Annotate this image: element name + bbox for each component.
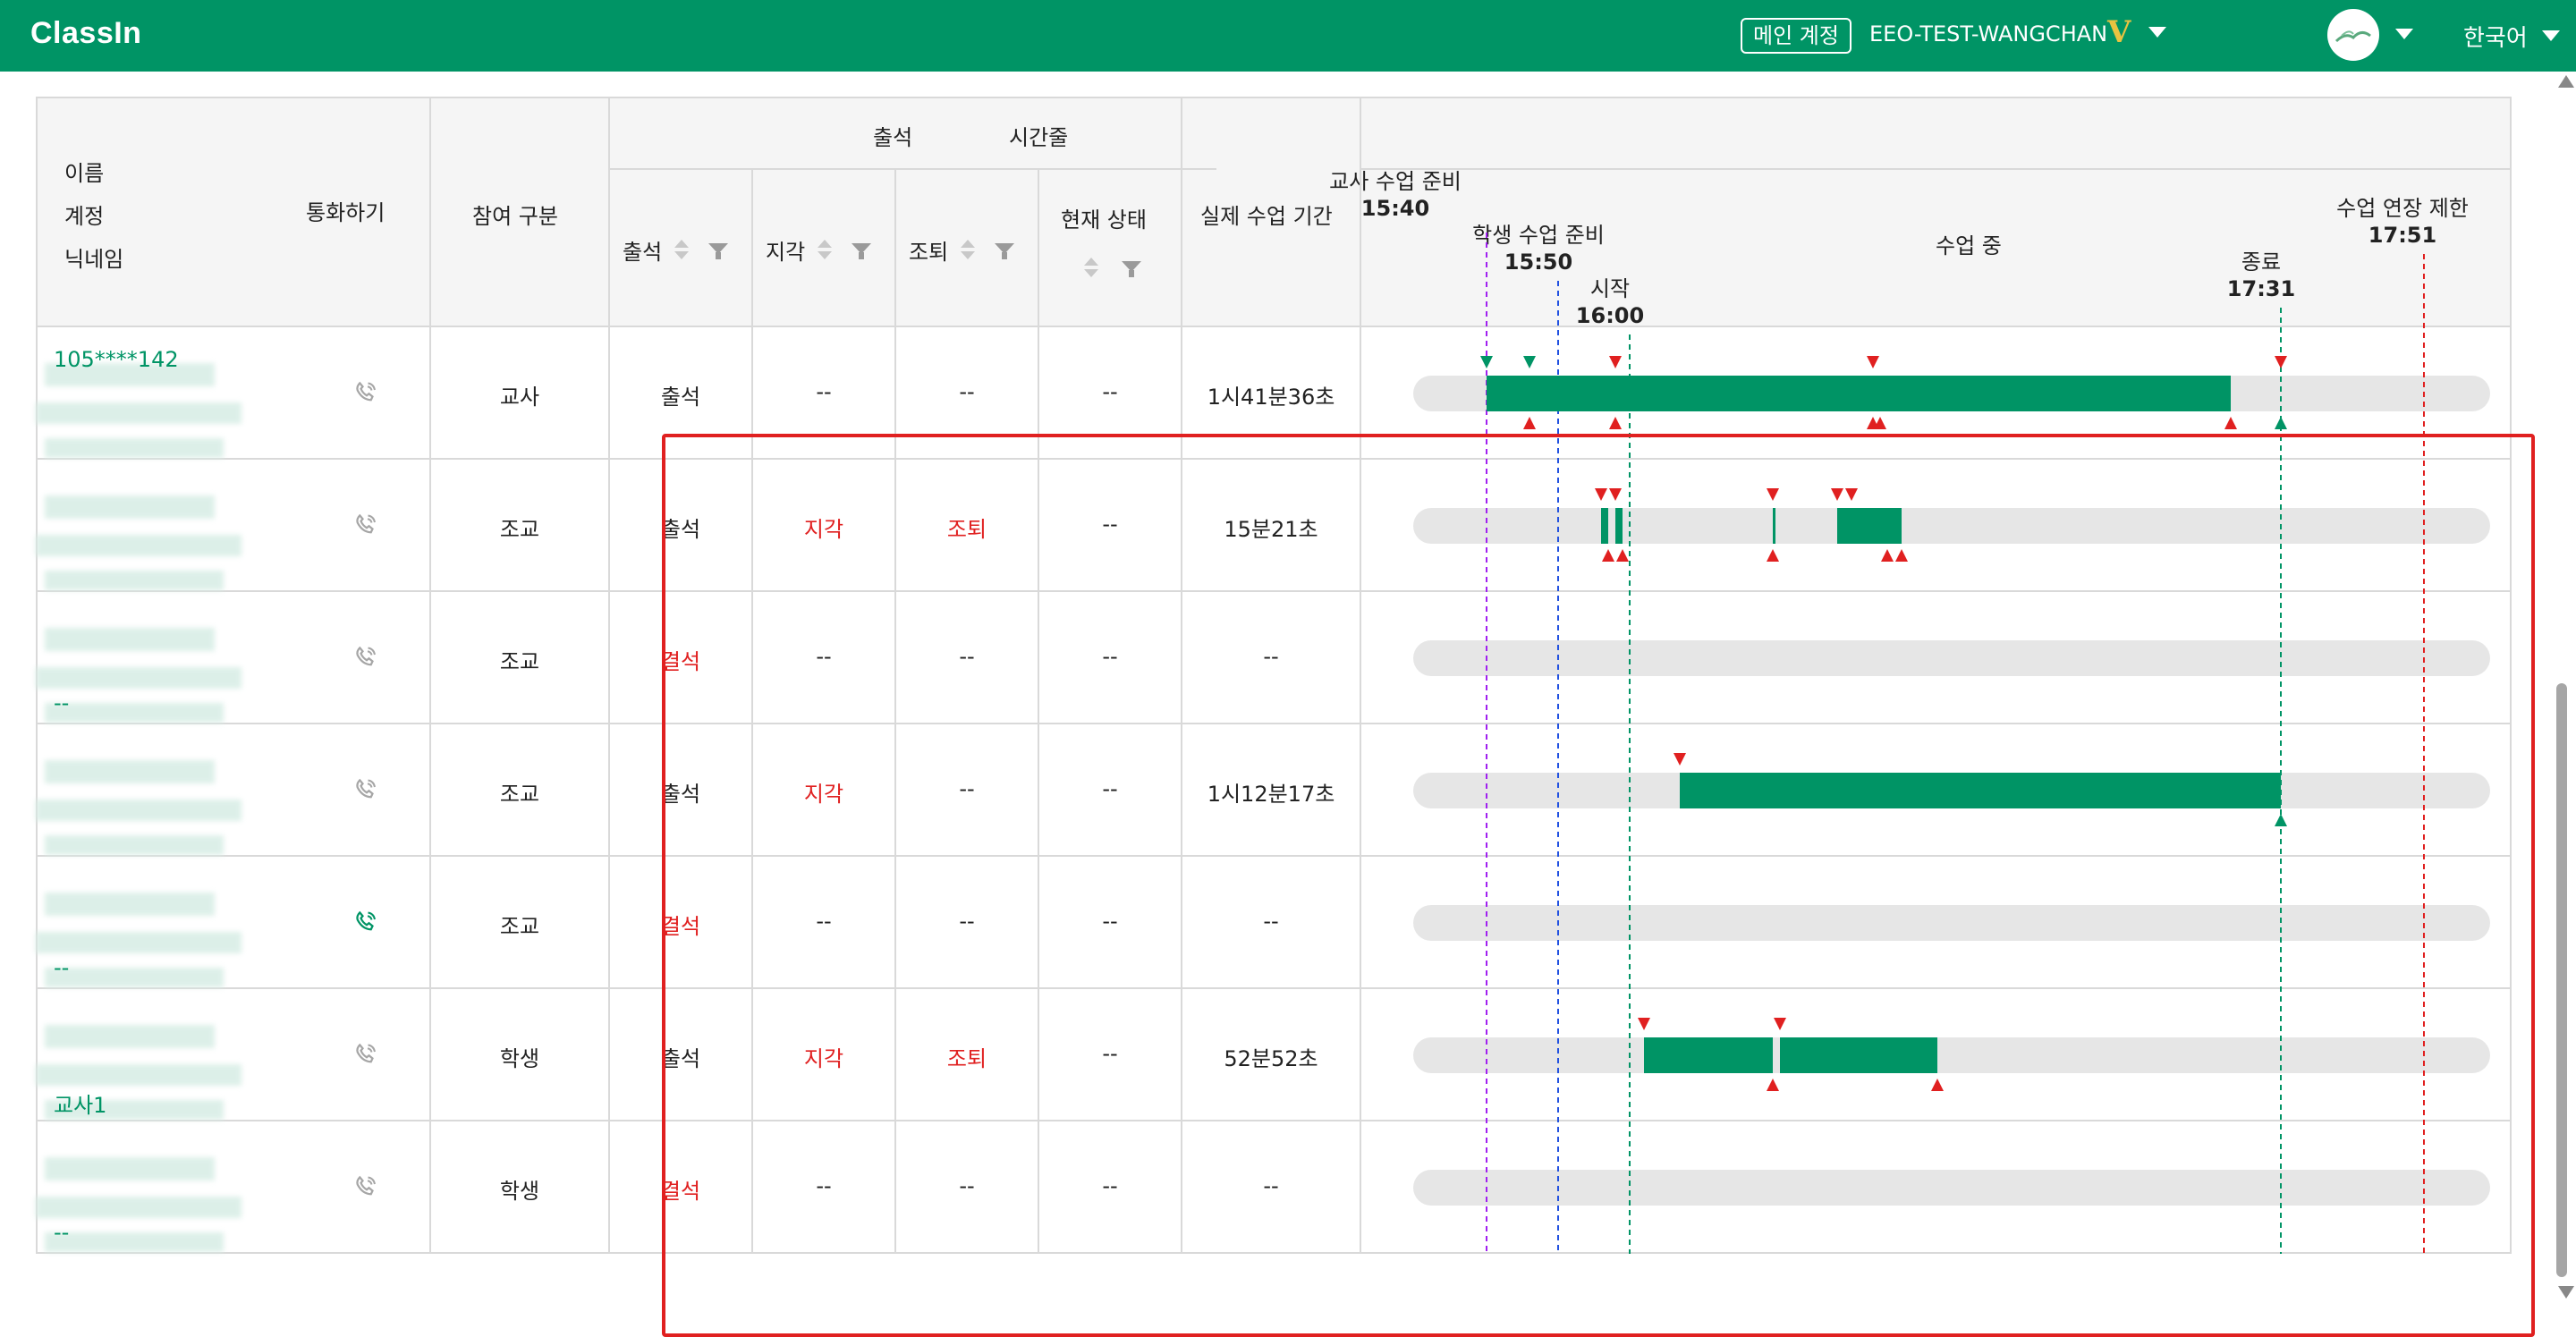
join-marker-icon[interactable]: [1609, 356, 1622, 368]
language-selector[interactable]: 한국어: [2463, 20, 2528, 53]
scrollbar-thumb[interactable]: [2556, 683, 2567, 1277]
avatar-image-icon: [2334, 30, 2371, 43]
top-bar: ClassIn 메인 계정 EEO-TEST-WANGCHAN V 한국어: [0, 0, 2576, 72]
join-marker-icon[interactable]: [1480, 356, 1493, 368]
leave-marker-icon[interactable]: [1609, 417, 1622, 429]
join-marker-icon[interactable]: [1867, 356, 1879, 368]
scroll-down-icon[interactable]: [2558, 1286, 2574, 1299]
vip-badge-icon: V: [2107, 14, 2131, 50]
join-marker-icon[interactable]: [2275, 356, 2287, 368]
timeline-session-bar[interactable]: [1487, 376, 2231, 411]
attendance-table: 이름 계정 닉네임 통화하기 참여 구분 출석 시간줄 출석 지각 조퇴 현재 …: [36, 97, 2535, 1337]
account-dropdown-icon[interactable]: [2148, 27, 2166, 38]
language-dropdown-icon[interactable]: [2542, 30, 2560, 41]
leave-marker-icon[interactable]: [2275, 417, 2287, 429]
classin-logo[interactable]: ClassIn: [30, 16, 141, 51]
avatar-dropdown-icon[interactable]: [2395, 29, 2413, 39]
highlight-box: [662, 434, 2535, 1337]
avatar[interactable]: [2327, 9, 2379, 61]
leave-marker-icon[interactable]: [2224, 417, 2237, 429]
leave-marker-icon[interactable]: [1523, 417, 1536, 429]
scroll-up-icon[interactable]: [2558, 75, 2574, 88]
main-account-button[interactable]: 메인 계정: [1741, 18, 1852, 54]
join-marker-icon[interactable]: [1523, 356, 1536, 368]
account-name[interactable]: EEO-TEST-WANGCHAN: [1869, 21, 2107, 47]
